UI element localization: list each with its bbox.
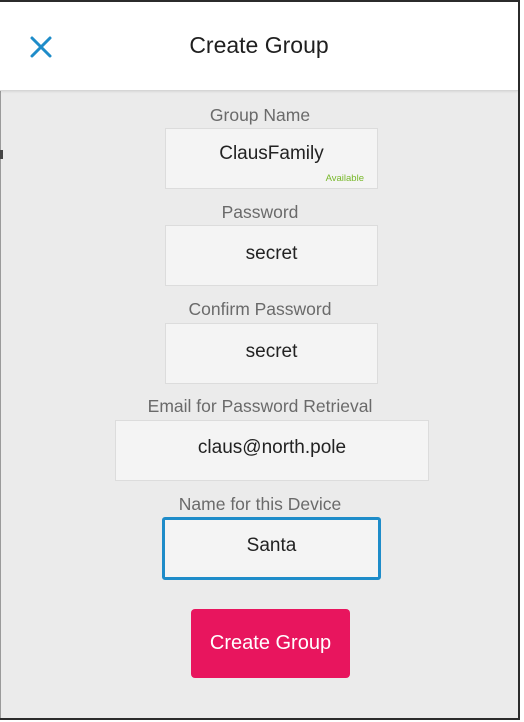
create-group-button[interactable]: Create Group: [191, 609, 350, 678]
group-name-label: Group Name: [209, 105, 311, 125]
confirm-password-field[interactable]: secret: [165, 323, 378, 384]
password-field[interactable]: secret: [165, 225, 378, 286]
group-name-value: ClausFamily: [219, 143, 324, 164]
app-window: Create Group Group Name ClausFamily Avai…: [0, 0, 520, 720]
email-label: Email for Password Retrieval: [147, 396, 373, 416]
device-name-label: Name for this Device: [178, 494, 342, 514]
header-bar: Create Group: [0, 2, 518, 91]
password-label: Password: [221, 202, 299, 222]
email-value: claus@north.pole: [197, 437, 347, 458]
availability-status: Available: [325, 173, 364, 184]
device-name-value: Santa: [246, 535, 297, 556]
confirm-password-label: Confirm Password: [188, 299, 332, 319]
password-value: secret: [245, 243, 298, 264]
group-name-field[interactable]: ClausFamily Available: [165, 128, 378, 189]
edge-marker: [0, 150, 3, 159]
email-field[interactable]: claus@north.pole: [115, 420, 429, 481]
device-name-field[interactable]: Santa: [162, 517, 381, 580]
page-title: Create Group: [189, 32, 329, 58]
confirm-password-value: secret: [245, 341, 298, 362]
